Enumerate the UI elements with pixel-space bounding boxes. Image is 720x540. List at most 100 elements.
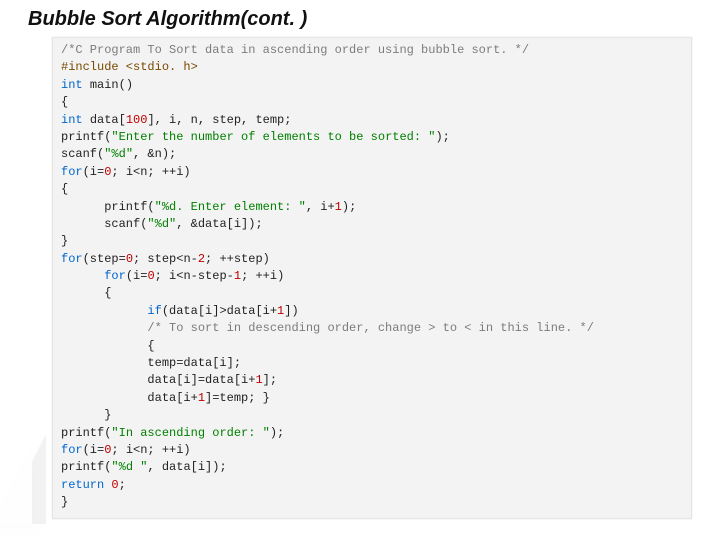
code-token: data[i+ [61,391,198,405]
code-token: ], i, n, step, temp; [147,113,291,127]
code-token: for [61,165,83,179]
code-token: 1 [335,200,342,214]
code-token: ]) [284,304,298,318]
code-token: 1 [198,391,205,405]
code-token: "%d. Enter element: " [155,200,306,214]
code-token [61,321,147,335]
code-token: temp=data[i]; [61,356,241,370]
code-token: printf( [61,426,111,440]
code-line: printf("%d. Enter element: ", i+1); [61,199,683,216]
code-line: /* To sort in descending order, change >… [61,320,683,337]
code-token: } [61,408,111,422]
code-line: } [61,407,683,424]
code-token: { [61,182,68,196]
code-line: temp=data[i]; [61,355,683,372]
code-line: int main() [61,77,683,94]
code-token: "%d" [147,217,176,231]
code-line: data[i+1]=temp; } [61,390,683,407]
code-token: 2 [198,252,205,266]
code-token: ; ++step) [205,252,270,266]
code-line: { [61,94,683,111]
code-line: printf("%d ", data[i]); [61,459,683,476]
code-token: "%d " [111,460,147,474]
code-token: int [61,78,90,92]
code-token: 0 [147,269,154,283]
code-token: ; ++i) [241,269,284,283]
code-token [61,304,147,318]
code-token: main() [90,78,133,92]
code-line: { [61,181,683,198]
code-token: ); [435,130,449,144]
code-token: ; [119,478,126,492]
code-token [61,269,104,283]
code-token: } [61,234,68,248]
code-line: { [61,285,683,302]
code-token: } [61,495,68,509]
code-line: scanf("%d", &n); [61,146,683,163]
code-token: , data[i]); [147,460,226,474]
code-line: } [61,494,683,511]
code-line: #include <stdio. h> [61,59,683,76]
code-line: /*C Program To Sort data in ascending or… [61,42,683,59]
code-token: scanf( [61,147,104,161]
code-token: "%d" [104,147,133,161]
code-token: ; i<n; ++i) [111,443,190,457]
code-line: printf("In ascending order: "); [61,425,683,442]
code-token: ]=temp; } [205,391,270,405]
code-line: for(i=0; i<n; ++i) [61,442,683,459]
code-token: "In ascending order: " [111,426,269,440]
code-token: (step= [83,252,126,266]
code-line: { [61,338,683,355]
code-token: ; i<n; ++i) [111,165,190,179]
code-line: return 0; [61,477,683,494]
code-token: ]; [263,373,277,387]
code-token: { [61,95,68,109]
code-token: /* To sort in descending order, change >… [147,321,593,335]
code-token: , i+ [306,200,335,214]
code-line: printf("Enter the number of elements to … [61,129,683,146]
code-token: { [61,286,111,300]
code-token: for [61,443,83,457]
code-token: if [147,304,161,318]
code-block: /*C Program To Sort data in ascending or… [52,37,692,519]
code-token: data[ [90,113,126,127]
code-token: , &n); [133,147,176,161]
code-line: for(i=0; i<n-step-1; ++i) [61,268,683,285]
code-token: /*C Program To Sort data in ascending or… [61,43,529,57]
slide-title: Bubble Sort Algorithm(cont. ) [28,8,720,31]
code-token: (data[i]>data[i+ [162,304,277,318]
code-token: printf( [61,460,111,474]
code-line: for(step=0; step<n-2; ++step) [61,251,683,268]
code-token: 1 [234,269,241,283]
code-token: printf( [61,200,155,214]
code-token: , &data[i]); [176,217,262,231]
code-token: (i= [83,443,105,457]
code-token: (i= [126,269,148,283]
code-token: for [104,269,126,283]
code-token: printf( [61,130,111,144]
code-line: if(data[i]>data[i+1]) [61,303,683,320]
code-token: data[i]=data[i+ [61,373,255,387]
code-token: 0 [126,252,133,266]
code-token: 100 [126,113,148,127]
code-token: 0 [111,478,118,492]
code-token: return [61,478,111,492]
code-token: 1 [255,373,262,387]
code-token: scanf( [61,217,147,231]
code-token: ); [270,426,284,440]
decorative-triangle-overlay-icon [0,458,32,524]
code-line: int data[100], i, n, step, temp; [61,112,683,129]
code-line: for(i=0; i<n; ++i) [61,164,683,181]
code-token: #include <stdio. h> [61,60,198,74]
code-token: ; i<n-step- [155,269,234,283]
code-line: } [61,233,683,250]
code-token: "Enter the number of elements to be sort… [111,130,435,144]
code-token: ; step<n- [133,252,198,266]
code-token: (i= [83,165,105,179]
code-token: for [61,252,83,266]
code-token: int [61,113,90,127]
code-line: scanf("%d", &data[i]); [61,216,683,233]
code-token: { [61,339,155,353]
code-token: ); [342,200,356,214]
code-line: data[i]=data[i+1]; [61,372,683,389]
